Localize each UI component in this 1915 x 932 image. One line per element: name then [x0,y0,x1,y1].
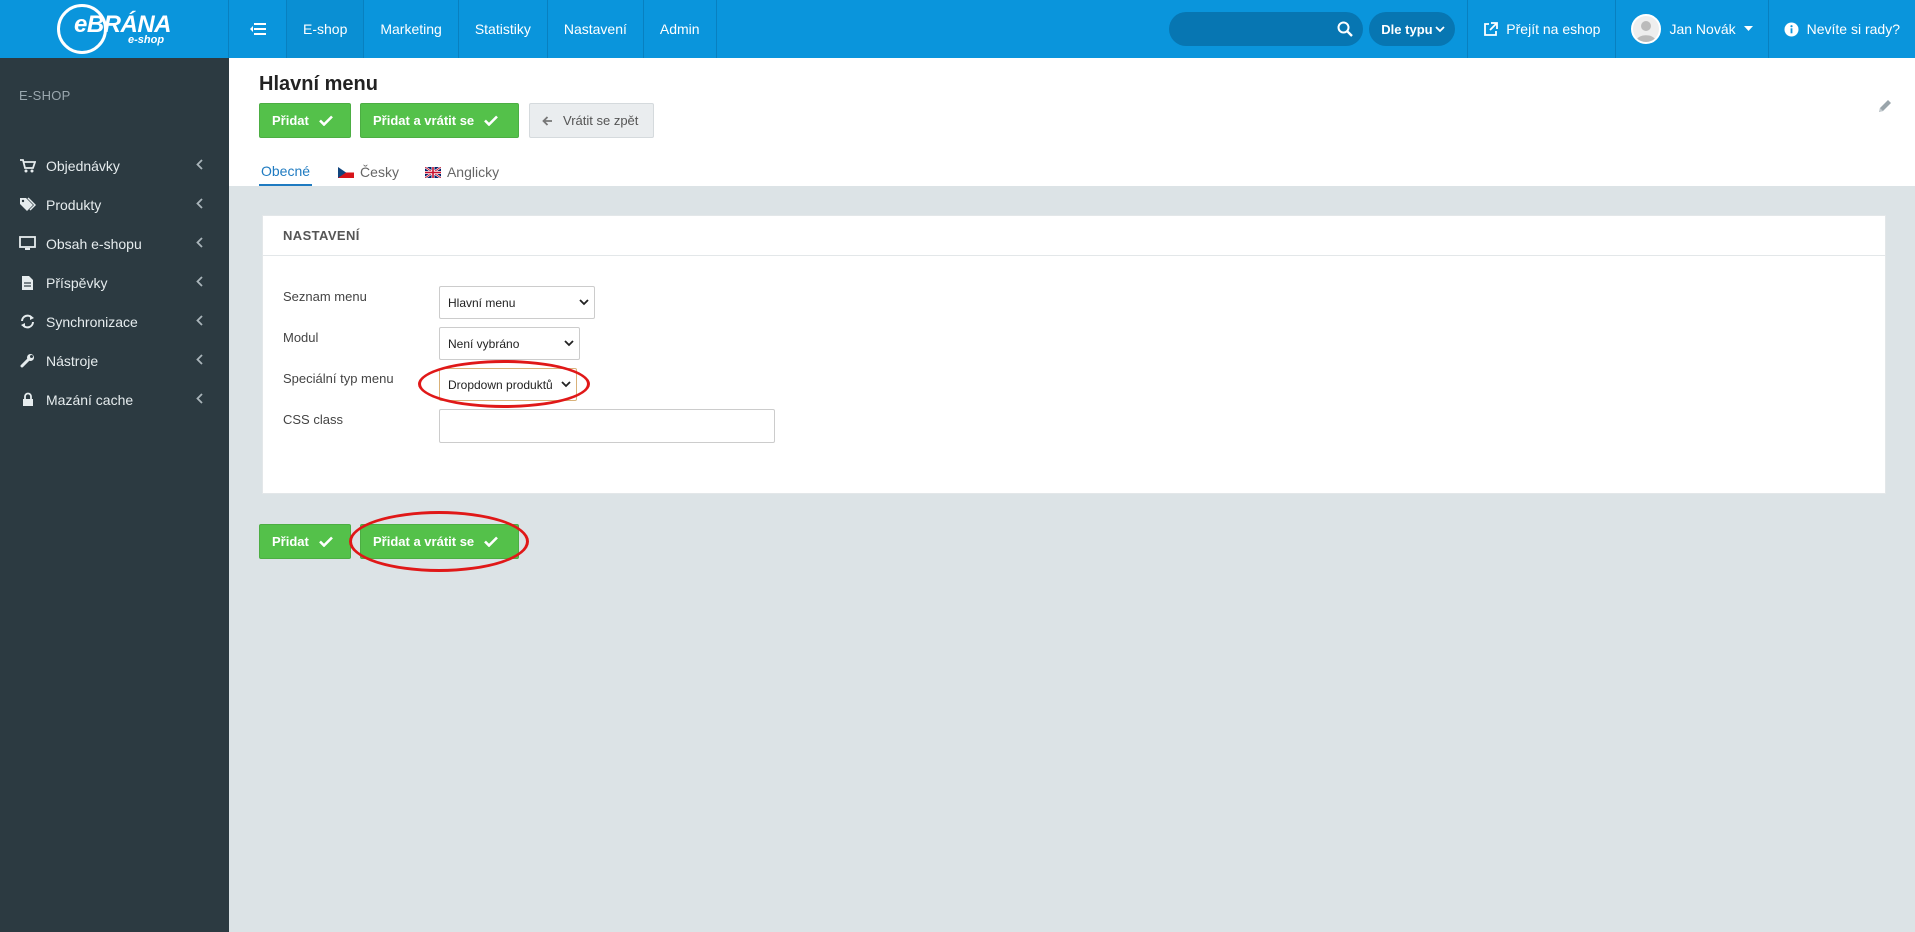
sidebar-item-label: Nástroje [46,352,99,369]
tab-obecne[interactable]: Obecné [259,158,313,186]
sidebar: E-SHOP Objednávky Produkty Obsah e-shopu… [0,58,229,932]
tab-label: Obecné [261,163,311,179]
chevron-left-icon [196,276,203,287]
check-icon [318,115,333,126]
document-icon [19,275,36,291]
add-and-return-button-bottom[interactable]: Přidat a vrátit se [360,524,519,559]
chevron-down-icon [561,381,571,388]
user-name: Jan Novák [1669,21,1736,37]
czech-flag-icon [338,166,355,178]
tags-icon [19,197,36,213]
monitor-icon [19,236,36,252]
sidebar-item-obsah[interactable]: Obsah e-shopu [0,224,229,263]
language-tabs: Obecné Česky Anglicky [259,158,499,186]
add-button-bottom[interactable]: Přidat [259,524,351,559]
css-class-input[interactable] [439,409,775,443]
field-label-seznam-menu: Seznam menu [283,289,367,304]
check-icon [484,115,499,126]
chevron-left-icon [196,393,203,404]
top-nav: E-shop Marketing Statistiky Nastavení Ad… [229,0,717,58]
topnav-admin[interactable]: Admin [644,0,717,58]
back-button-label: Vrátit se zpět [563,113,639,128]
add-and-return-label: Přidat a vrátit se [373,534,475,549]
add-button-label: Přidat [272,534,309,549]
info-icon [1784,22,1799,36]
special-menu-type-value: Dropdown produktů [448,377,553,392]
topnav-eshop[interactable]: E-shop [287,0,365,58]
page-header: Hlavní menu Přidat Přidat a vrátit se Vr… [229,58,1915,186]
special-menu-type-select[interactable]: Dropdown produktů [439,368,577,401]
add-and-return-label: Přidat a vrátit se [373,113,475,128]
arrow-left-icon [542,115,552,126]
chevron-left-icon [196,198,203,209]
tab-label: Anglicky [446,164,500,180]
chevron-left-icon [196,159,203,170]
chevron-left-icon [196,315,203,326]
sidebar-item-label: Produkty [46,196,102,213]
tab-label: Česky [360,164,399,180]
chevron-down-icon [564,340,574,347]
lock-icon [19,392,36,408]
user-menu[interactable]: Jan Novák [1615,0,1767,58]
add-button-label: Přidat [272,113,309,128]
add-and-return-button[interactable]: Přidat a vrátit se [360,103,519,138]
chevron-down-icon [1435,25,1445,32]
tab-anglicky[interactable]: Anglicky [424,158,500,186]
chevron-left-icon [196,237,203,248]
page-title: Hlavní menu [259,73,378,95]
sidebar-item-nastroje[interactable]: Nástroje [0,341,229,380]
settings-panel: NASTAVENÍ Seznam menu Hlavní menu Modul … [262,215,1886,494]
external-link-icon [1484,21,1499,36]
back-button[interactable]: Vrátit se zpět [529,103,654,138]
sidebar-item-mazani-cache[interactable]: Mazání cache [0,380,229,419]
wrench-icon [19,353,36,369]
logo[interactable]: eBRÁNA e-shop [0,0,229,58]
top-right: Dle typu Přejít na eshop Jan Novák Nevít… [1169,0,1915,58]
top-bar: eBRÁNA e-shop E-shop Marketing Statistik… [0,0,1915,58]
check-icon [318,536,333,547]
uk-flag-icon [424,166,441,178]
field-label-css-class: CSS class [283,412,343,427]
sidebar-item-prispevky[interactable]: Příspěvky [0,263,229,302]
search-type-select[interactable]: Dle typu [1369,12,1456,46]
sidebar-item-produkty[interactable]: Produkty [0,185,229,224]
sidebar-item-label: Obsah e-shopu [46,235,142,252]
menu-list-value: Hlavní menu [448,295,516,310]
topnav-statistiky[interactable]: Statistiky [459,0,548,58]
cart-icon [19,158,36,174]
add-button[interactable]: Přidat [259,103,351,138]
check-icon [484,536,499,547]
sidebar-item-label: Objednávky [46,157,120,174]
sidebar-item-label: Příspěvky [46,274,108,291]
sync-icon [19,314,36,330]
sidebar-item-objednavky[interactable]: Objednávky [0,146,229,185]
goto-eshop-link[interactable]: Přejít na eshop [1467,0,1615,58]
caret-down-icon [1743,26,1753,31]
help-link[interactable]: Nevíte si rady? [1767,0,1915,58]
tab-cesky[interactable]: Česky [338,158,399,186]
logo-subtext: e-shop [128,34,165,46]
module-select[interactable]: Není vybráno [439,327,580,360]
panel-heading: NASTAVENÍ [263,216,1885,256]
sidebar-item-synchronizace[interactable]: Synchronizace [0,302,229,341]
menu-list-select[interactable]: Hlavní menu [439,286,595,319]
search-input[interactable] [1169,12,1364,46]
chevron-left-icon [196,354,203,365]
goto-eshop-label: Přejít na eshop [1506,21,1601,37]
chevron-down-icon [579,299,589,306]
module-value: Není vybráno [448,336,520,351]
sidebar-item-label: Synchronizace [46,313,138,330]
help-label: Nevíte si rady? [1806,21,1900,37]
search-icon[interactable] [1337,21,1354,37]
topnav-nastaveni[interactable]: Nastavení [548,0,644,58]
sidebar-heading: E-SHOP [19,88,71,103]
field-label-modul: Modul [283,330,319,345]
menu-toggle-icon[interactable] [229,0,287,58]
sidebar-item-label: Mazání cache [46,391,134,408]
field-label-special-type: Speciální typ menu [283,371,394,386]
search-type-label: Dle typu [1381,21,1433,37]
topnav-marketing[interactable]: Marketing [364,0,459,58]
avatar [1631,14,1662,44]
pencil-icon[interactable] [1877,98,1893,114]
